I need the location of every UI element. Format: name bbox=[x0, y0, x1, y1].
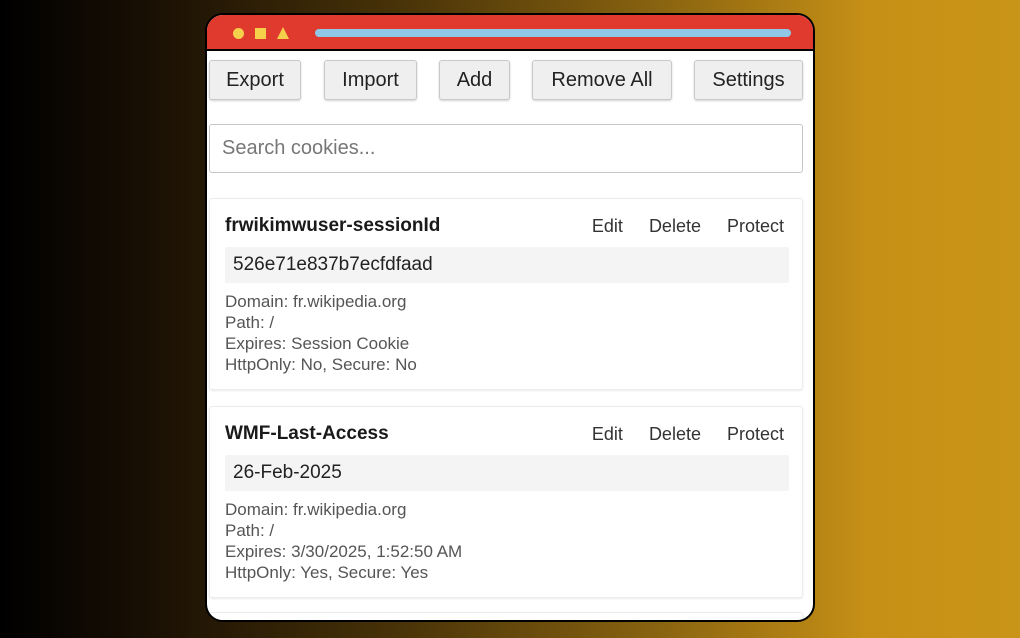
cookie-value: 526e71e837b7ecfdfaad bbox=[225, 247, 789, 283]
add-button[interactable]: Add bbox=[439, 60, 510, 100]
protect-link[interactable]: Protect bbox=[727, 216, 784, 237]
cookie-actions: Edit Delete Protect bbox=[566, 216, 784, 237]
cookie-card: WMF-Last-Access Edit Delete Protect 26-F… bbox=[209, 406, 803, 598]
cookie-domain: Domain: fr.wikipedia.org bbox=[225, 292, 407, 311]
cookie-path: Path: / bbox=[225, 521, 275, 540]
browser-window: Export Import Add Remove All Settings fr… bbox=[205, 13, 815, 622]
title-bar bbox=[207, 15, 813, 51]
square-control-icon[interactable] bbox=[255, 28, 266, 39]
cookie-expires: Expires: Session Cookie bbox=[225, 334, 410, 353]
cookie-name: frwikimwuser-sessionId bbox=[225, 215, 441, 236]
cookie-name: WMF-Last-Access bbox=[225, 423, 389, 444]
settings-button[interactable]: Settings bbox=[694, 60, 803, 100]
import-button[interactable]: Import bbox=[324, 60, 417, 100]
protect-link[interactable]: Protect bbox=[727, 424, 784, 445]
cookie-meta: Domain: fr.wikipedia.org Path: / Expires… bbox=[225, 499, 462, 583]
cookie-value: 26-Feb-2025 bbox=[225, 455, 789, 491]
cookie-path: Path: / bbox=[225, 313, 275, 332]
cookie-card-partial bbox=[209, 612, 803, 620]
cookie-card: frwikimwuser-sessionId Edit Delete Prote… bbox=[209, 198, 803, 390]
address-bar[interactable] bbox=[315, 29, 791, 37]
export-button[interactable]: Export bbox=[209, 60, 301, 100]
toolbar: Export Import Add Remove All Settings bbox=[207, 60, 813, 102]
cookie-domain: Domain: fr.wikipedia.org bbox=[225, 500, 407, 519]
cookie-flags: HttpOnly: Yes, Secure: Yes bbox=[225, 563, 429, 582]
cookie-actions: Edit Delete Protect bbox=[566, 424, 784, 445]
edit-link[interactable]: Edit bbox=[592, 216, 623, 237]
triangle-control-icon[interactable] bbox=[277, 27, 289, 39]
cookie-flags: HttpOnly: No, Secure: No bbox=[225, 355, 417, 374]
circle-control-icon[interactable] bbox=[233, 28, 244, 39]
delete-link[interactable]: Delete bbox=[649, 216, 701, 237]
cookie-meta: Domain: fr.wikipedia.org Path: / Expires… bbox=[225, 291, 417, 375]
delete-link[interactable]: Delete bbox=[649, 424, 701, 445]
cookie-expires: Expires: 3/30/2025, 1:52:50 AM bbox=[225, 542, 463, 561]
search-input[interactable] bbox=[209, 124, 803, 173]
edit-link[interactable]: Edit bbox=[592, 424, 623, 445]
remove-all-button[interactable]: Remove All bbox=[532, 60, 672, 100]
